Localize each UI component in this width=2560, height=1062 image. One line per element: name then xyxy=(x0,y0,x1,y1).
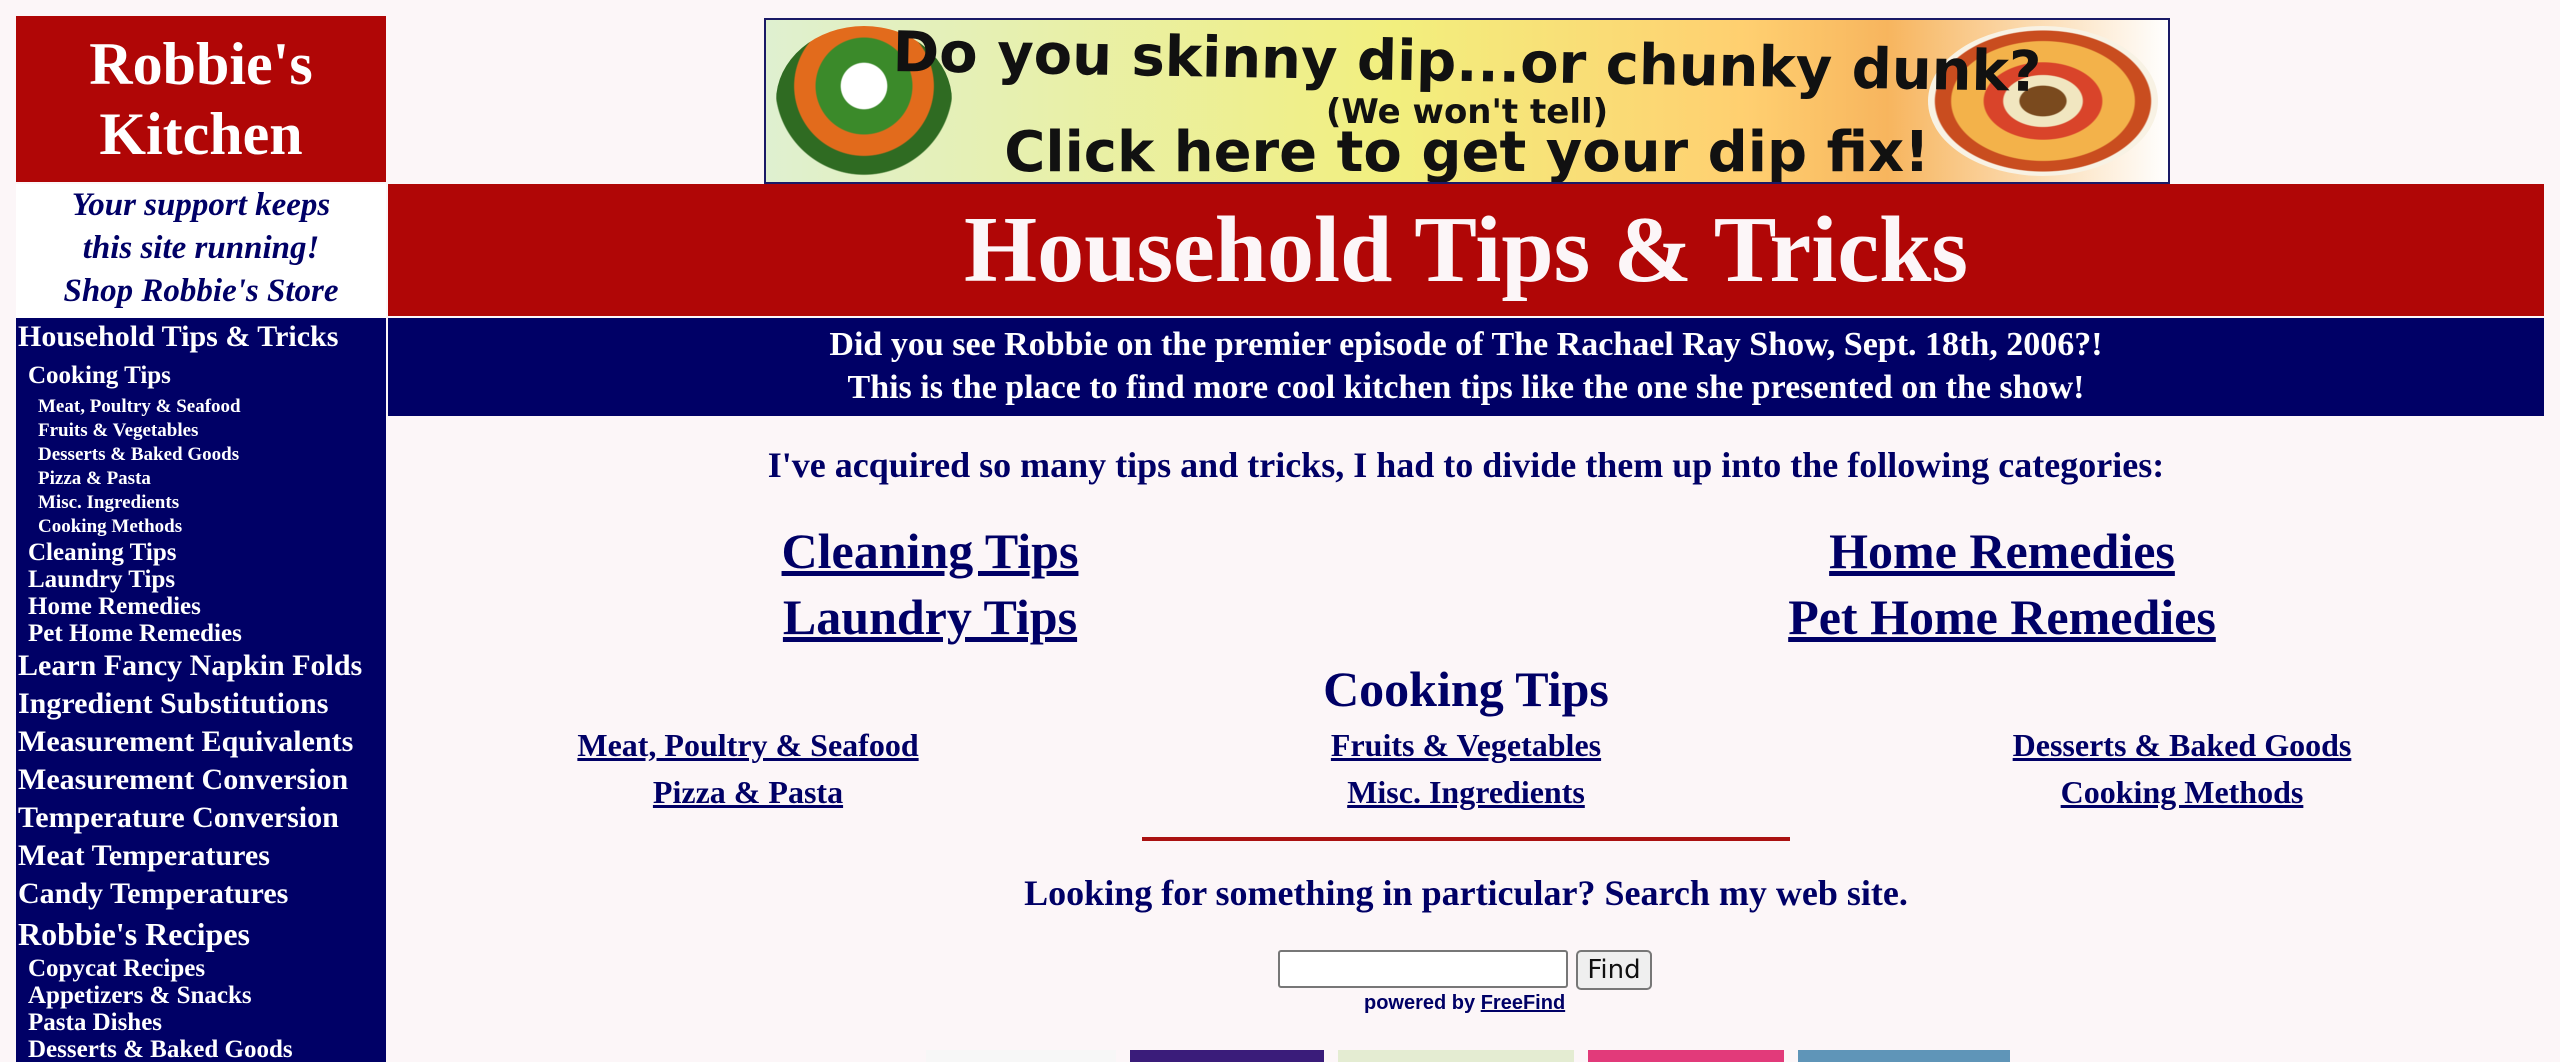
sidebar-item-ingredient-substitutions[interactable]: Ingredient Substitutions xyxy=(16,685,386,723)
link-cooking-methods[interactable]: Cooking Methods xyxy=(1972,774,2392,811)
powered-by: powered by FreeFind xyxy=(1364,992,1565,1015)
sidebar-item-misc-ingredients[interactable]: Misc. Ingredients xyxy=(16,491,386,515)
sidebar-item-appetizers-snacks[interactable]: Appetizers & Snacks xyxy=(16,982,386,1009)
logo-line-1: Robbie's xyxy=(89,31,313,97)
dip-ad-banner[interactable]: Do you skinny dip...or chunky dunk? (We … xyxy=(764,18,2170,184)
rachael-ray-promo: Did you see Robbie on the premier episod… xyxy=(388,318,2544,416)
search-prompt: Looking for something in particular? Sea… xyxy=(1024,873,1908,913)
store-link[interactable]: Shop Robbie's Store xyxy=(16,270,386,313)
logo-line-2: Kitchen xyxy=(99,101,303,167)
sidebar-item-robbies-recipes[interactable]: Robbie's Recipes xyxy=(16,913,386,955)
footer-thumbnail[interactable] xyxy=(1338,1050,1574,1062)
sidebar-item-measurement-conversion[interactable]: Measurement Conversion xyxy=(16,761,386,799)
powered-by-label: powered by xyxy=(1364,992,1476,1014)
sidebar-item-measurement-equivalents[interactable]: Measurement Equivalents xyxy=(16,723,386,761)
page-title: Household Tips & Tricks xyxy=(388,184,2544,316)
site-logo[interactable]: Robbie's Kitchen xyxy=(16,16,386,182)
footer-thumbnail[interactable] xyxy=(1798,1050,2010,1062)
sidebar-item-candy-temperatures[interactable]: Candy Temperatures xyxy=(16,875,386,913)
link-home-remedies[interactable]: Home Remedies xyxy=(1740,522,2264,580)
sidebar-item-meat-temperatures[interactable]: Meat Temperatures xyxy=(16,837,386,875)
support-line-1: Your support keeps xyxy=(71,187,331,223)
sidebar-item-temperature-conversion[interactable]: Temperature Conversion xyxy=(16,799,386,837)
sidebar-item-cooking-tips[interactable]: Cooking Tips xyxy=(16,362,386,389)
link-pet-home-remedies[interactable]: Pet Home Remedies xyxy=(1740,588,2264,646)
cooking-tips-heading: Cooking Tips xyxy=(1323,661,1609,717)
sidebar-item-cleaning-tips[interactable]: Cleaning Tips xyxy=(16,539,386,566)
link-laundry-tips[interactable]: Laundry Tips xyxy=(710,588,1150,646)
section-divider xyxy=(1142,837,1790,841)
sidebar-item-home-remedies[interactable]: Home Remedies xyxy=(16,593,386,620)
footer-thumbnail[interactable] xyxy=(1130,1050,1324,1062)
sidebar-item-pasta-dishes[interactable]: Pasta Dishes xyxy=(16,1009,386,1036)
sidebar-item-fruits-vegetables[interactable]: Fruits & Vegetables xyxy=(16,419,386,443)
sidebar-item-meat-poultry-seafood[interactable]: Meat, Poultry & Seafood xyxy=(16,395,386,419)
sidebar-nav: Household Tips & Tricks Cooking Tips Mea… xyxy=(16,318,386,1062)
link-pizza-pasta[interactable]: Pizza & Pasta xyxy=(538,774,958,811)
sidebar-item-pet-home-remedies[interactable]: Pet Home Remedies xyxy=(16,620,386,647)
support-line-2: this site running! xyxy=(82,230,320,266)
sidebar-item-napkin-folds[interactable]: Learn Fancy Napkin Folds xyxy=(16,647,386,685)
sidebar-item-desserts-baked-goods[interactable]: Desserts & Baked Goods xyxy=(16,443,386,467)
search-input[interactable] xyxy=(1278,950,1568,988)
footer-thumbnail[interactable] xyxy=(1588,1050,1784,1062)
link-cleaning-tips[interactable]: Cleaning Tips xyxy=(710,522,1150,580)
sidebar-item-laundry-tips[interactable]: Laundry Tips xyxy=(16,566,386,593)
footer-thumbnail[interactable] xyxy=(926,1050,1116,1062)
link-fruits-vegetables[interactable]: Fruits & Vegetables xyxy=(1256,727,1676,764)
promo-line-1: Did you see Robbie on the premier episod… xyxy=(829,326,2103,363)
freefind-link[interactable]: FreeFind xyxy=(1481,992,1565,1014)
find-button[interactable]: Find xyxy=(1576,950,1652,990)
sidebar-item-recipes-desserts[interactable]: Desserts & Baked Goods xyxy=(16,1036,386,1062)
ad-call-to-action: Click here to get your dip fix! xyxy=(1004,120,1930,184)
sidebar-item-cooking-methods[interactable]: Cooking Methods xyxy=(16,515,386,539)
link-meat-poultry-seafood[interactable]: Meat, Poultry & Seafood xyxy=(538,727,958,764)
promo-line-2: This is the place to find more cool kitc… xyxy=(847,369,2085,406)
sidebar-item-copycat-recipes[interactable]: Copycat Recipes xyxy=(16,955,386,982)
link-desserts-baked-goods[interactable]: Desserts & Baked Goods xyxy=(1972,727,2392,764)
sidebar-item-pizza-pasta[interactable]: Pizza & Pasta xyxy=(16,467,386,491)
categories-intro: I've acquired so many tips and tricks, I… xyxy=(767,445,2165,485)
page: Robbie's Kitchen Your support keeps this… xyxy=(0,0,2560,1062)
store-promo[interactable]: Your support keeps this site running! Sh… xyxy=(16,184,386,318)
sidebar-item-household-tips[interactable]: Household Tips & Tricks xyxy=(16,318,386,356)
link-misc-ingredients[interactable]: Misc. Ingredients xyxy=(1256,774,1676,811)
